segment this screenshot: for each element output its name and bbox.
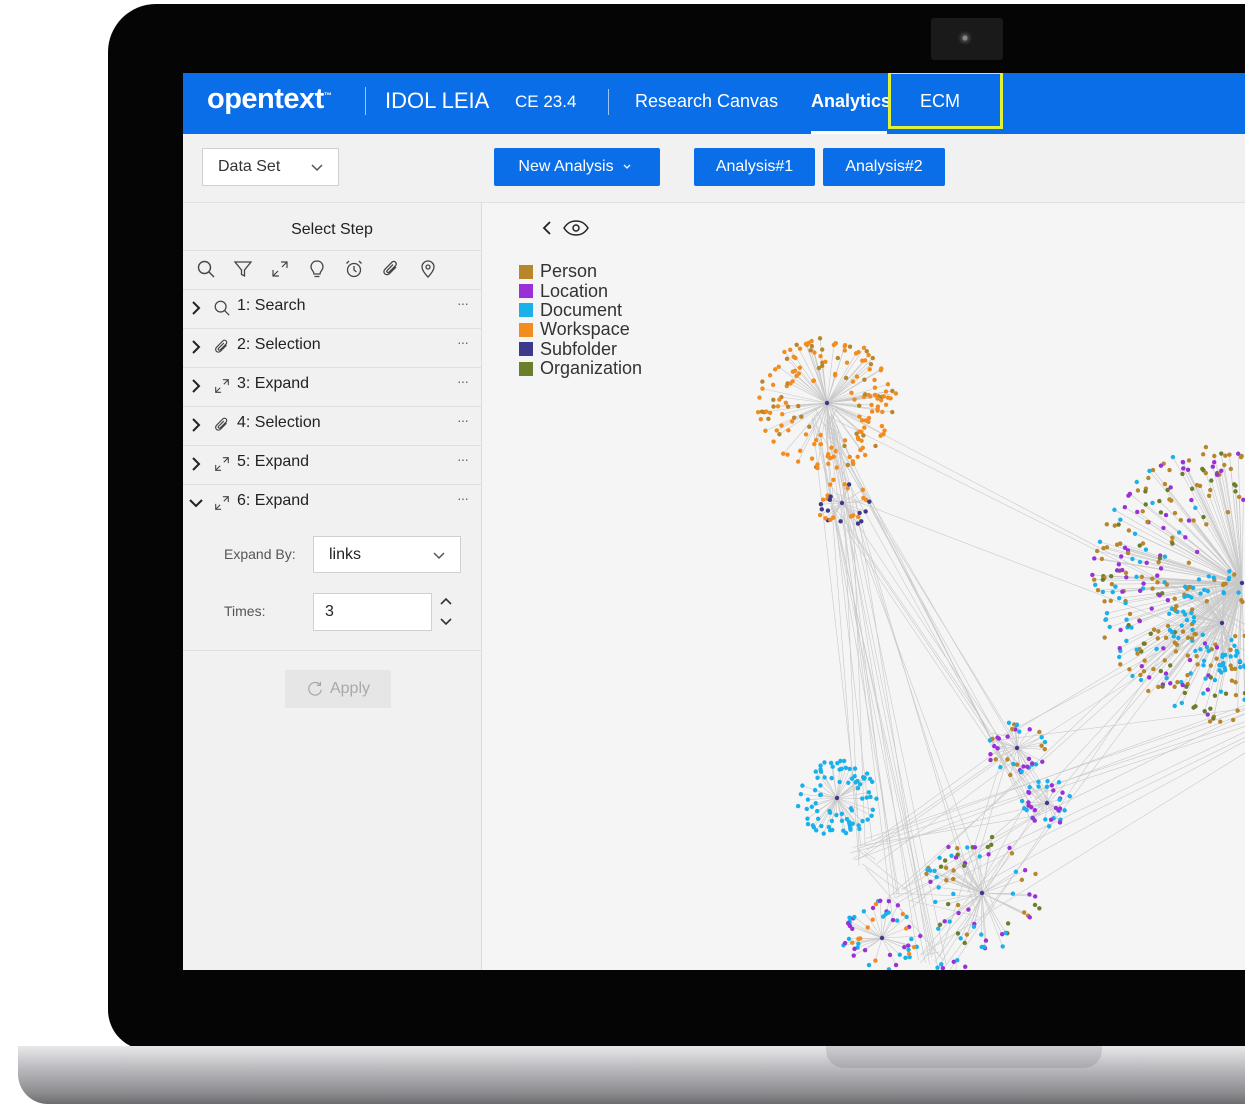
legend-item-subfolder[interactable]: Subfolder: [519, 338, 642, 359]
apply-label: Apply: [329, 680, 371, 697]
chevron-right-icon: [192, 418, 201, 432]
search-icon: [214, 300, 230, 316]
step-5-expand[interactable]: 5: Expand ···: [183, 445, 481, 484]
expand-icon[interactable]: [269, 258, 291, 280]
legend-swatch: [519, 361, 533, 376]
legend-label: Document: [540, 299, 623, 320]
collapse-left-icon[interactable]: [540, 219, 554, 237]
laptop-opening-notch: [826, 1046, 1102, 1068]
refresh-icon: [308, 681, 322, 696]
step-label: 2: Selection: [237, 336, 321, 353]
more-options-icon[interactable]: ···: [457, 334, 469, 350]
legend-item-person[interactable]: Person: [519, 261, 642, 282]
more-options-icon[interactable]: ···: [457, 451, 469, 467]
graph-legend: Person Location Document Workspace Subfo…: [519, 261, 643, 379]
times-label: Times:: [224, 603, 266, 619]
product-name: IDOL LEIA: [385, 88, 490, 113]
graph-edges: [762, 338, 1245, 970]
legend-swatch: [519, 284, 533, 299]
location-pin-icon[interactable]: [417, 258, 439, 280]
dataset-label: Data Set: [218, 158, 281, 175]
step-3-expand[interactable]: 3: Expand ···: [183, 367, 481, 406]
chevron-down-icon: [623, 164, 631, 169]
chevron-right-icon: [192, 379, 201, 393]
paperclip-icon: [215, 339, 228, 353]
legend-label: Workspace: [540, 319, 630, 340]
legend-item-location[interactable]: Location: [519, 280, 642, 301]
expand-by-label: Expand By:: [224, 546, 296, 562]
eye-icon[interactable]: [562, 219, 590, 237]
legend-controls: [540, 219, 590, 237]
top-navigation-bar: opentext™ IDOL LEIA CE 23.4 Research Can…: [183, 73, 1245, 134]
new-analysis-label: New Analysis: [518, 158, 614, 175]
chevron-down-icon: [433, 552, 445, 560]
graph-canvas[interactable]: Person Location Document Workspace Subfo…: [482, 203, 1245, 970]
chevron-right-icon: [192, 457, 201, 471]
legend-swatch: [519, 303, 533, 318]
expand-icon: [215, 379, 229, 393]
alarm-icon[interactable]: [343, 258, 365, 280]
step-label: 4: Selection: [237, 414, 321, 431]
step-2-selection[interactable]: 2: Selection ···: [183, 328, 481, 367]
legend-swatch: [519, 264, 533, 279]
step-label: 6: Expand: [237, 492, 310, 509]
analysis-toolbar: Data Set New Analysis Analysis#1 Analysi…: [183, 134, 1245, 203]
expand-by-value: links: [329, 545, 362, 563]
legend-item-organization[interactable]: Organization: [519, 358, 643, 379]
chevron-right-icon: [192, 340, 201, 354]
webcam-icon: [958, 31, 972, 45]
filter-icon[interactable]: [232, 258, 254, 280]
expand-icon: [215, 496, 229, 510]
expand-icon: [215, 457, 229, 471]
sidebar-title: Select Step: [291, 221, 373, 238]
legend-label: Subfolder: [540, 338, 618, 359]
nav-analytics[interactable]: Analytics: [811, 91, 891, 112]
product-version: CE 23.4: [515, 92, 577, 111]
more-options-icon[interactable]: ···: [457, 490, 469, 506]
divider: [183, 250, 481, 251]
ecm-highlight-box: [888, 73, 1003, 129]
times-value: 3: [325, 603, 334, 620]
app-screen: opentext™ IDOL LEIA CE 23.4 Research Can…: [183, 73, 1245, 970]
more-options-icon[interactable]: ···: [457, 412, 469, 428]
nav-divider: [608, 89, 609, 115]
step-1-search[interactable]: 1: Search ···: [183, 289, 481, 328]
step-label: 3: Expand: [237, 375, 310, 392]
tab-analysis-2[interactable]: Analysis#2: [823, 148, 945, 186]
expand-by-select[interactable]: links: [313, 536, 461, 573]
step-4-selection[interactable]: 4: Selection ···: [183, 406, 481, 445]
legend-item-workspace[interactable]: Workspace: [519, 319, 642, 340]
dataset-dropdown[interactable]: Data Set: [202, 148, 339, 186]
logo-divider: [365, 87, 366, 115]
nav-research-canvas[interactable]: Research Canvas: [635, 91, 778, 112]
more-options-icon[interactable]: ···: [457, 295, 469, 311]
paperclip-icon[interactable]: [380, 258, 402, 280]
legend-swatch: [519, 322, 533, 337]
lightbulb-icon[interactable]: [306, 258, 328, 280]
chevron-right-icon: [192, 301, 201, 315]
search-icon[interactable]: [195, 258, 217, 280]
divider: [183, 650, 481, 651]
paperclip-icon: [215, 417, 228, 431]
step-sidebar: Select Step 1: Search ··· 2: Selection ·…: [183, 203, 482, 970]
legend-label: Location: [540, 280, 609, 301]
legend-item-document[interactable]: Document: [519, 299, 642, 320]
step-label: 1: Search: [237, 297, 306, 314]
step-label: 5: Expand: [237, 453, 310, 470]
step-tools: [195, 258, 439, 280]
number-stepper[interactable]: [437, 595, 455, 629]
tab-analysis-1[interactable]: Analysis#1: [694, 148, 815, 186]
chevron-down-icon: [311, 164, 323, 172]
more-options-icon[interactable]: ···: [457, 373, 469, 389]
step-6-expand[interactable]: 6: Expand ···: [183, 484, 481, 523]
times-input[interactable]: 3: [313, 593, 432, 631]
legend-label: Organization: [540, 358, 643, 379]
opentext-logo: opentext™: [207, 83, 332, 115]
new-analysis-button[interactable]: New Analysis: [494, 148, 660, 186]
chevron-down-icon: [189, 499, 203, 508]
legend-swatch: [519, 342, 533, 357]
apply-button[interactable]: Apply: [285, 670, 391, 708]
legend-label: Person: [540, 261, 598, 282]
